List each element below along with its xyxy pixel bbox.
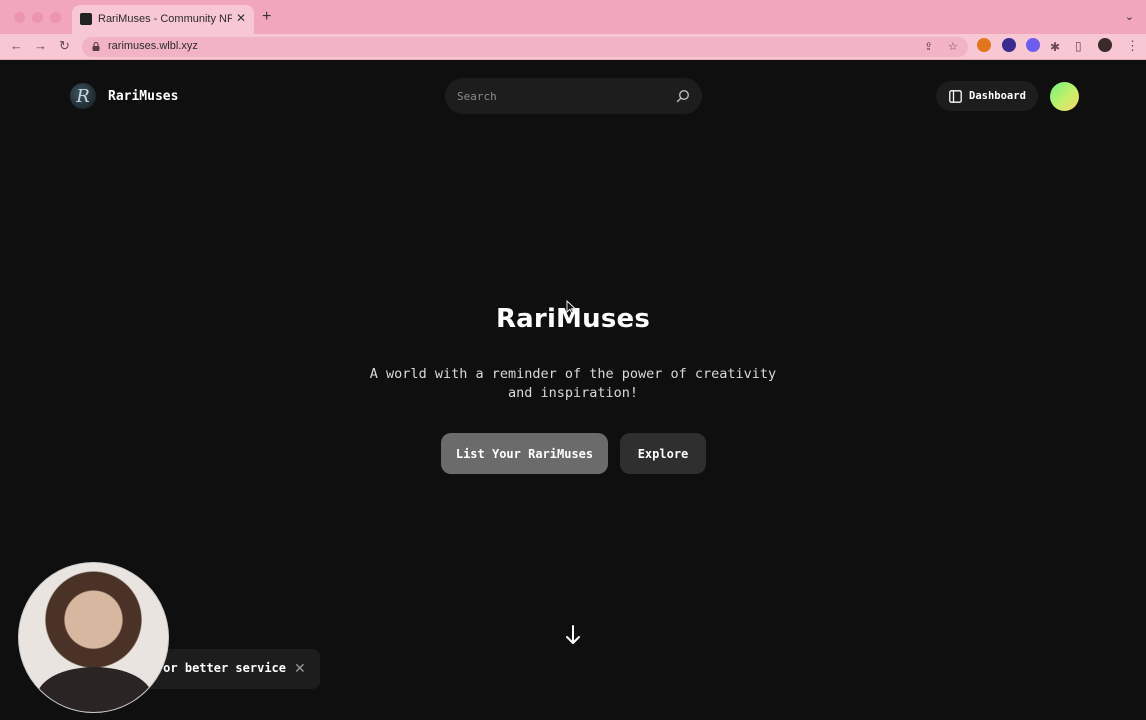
brand-name: RariMuses [108, 88, 179, 104]
metamask-extension-icon[interactable] [977, 38, 991, 52]
toast-text: or better service [163, 661, 286, 675]
share-icon[interactable]: ⇪ [924, 40, 933, 53]
brand[interactable]: R RariMuses [70, 82, 178, 110]
search-bar[interactable] [445, 78, 702, 114]
bookmark-star-icon[interactable]: ☆ [948, 40, 958, 53]
user-avatar[interactable] [1050, 82, 1079, 111]
extension-gear-icon[interactable] [1026, 38, 1040, 52]
minimize-window-icon[interactable] [32, 12, 43, 23]
maximize-window-icon[interactable] [50, 12, 61, 23]
search-icon[interactable] [676, 89, 690, 103]
browser-toolbar: ← → ↻ rarimuses.wlbl.xyz ⇪ ☆ ✱ ▯ ⋮ [0, 34, 1146, 60]
profile-avatar[interactable] [1098, 38, 1112, 52]
close-icon[interactable]: ✕ [294, 661, 306, 675]
address-bar[interactable]: rarimuses.wlbl.xyz ⇪ ☆ [82, 37, 968, 57]
webcam-person [37, 667, 152, 712]
puzzle-icon[interactable]: ✱ [1050, 39, 1060, 55]
mouse-cursor-icon [566, 300, 576, 314]
sidebar-icon [949, 89, 962, 103]
dashboard-label: Dashboard [969, 90, 1026, 102]
url-text: rarimuses.wlbl.xyz [108, 40, 198, 52]
reload-icon[interactable]: ↻ [59, 38, 70, 54]
list-your-rarimuses-button[interactable]: List Your RariMuses [441, 433, 608, 474]
lock-icon [92, 42, 100, 51]
back-icon[interactable]: ← [10, 38, 23, 54]
menu-dots-icon[interactable]: ⋮ [1126, 38, 1139, 54]
explore-button[interactable]: Explore [620, 433, 706, 474]
logo: R [70, 83, 96, 109]
close-window-icon[interactable] [14, 12, 25, 23]
page: R RariMuses Dashboard RariMuses A world … [0, 60, 1146, 720]
browser-tab-bar: RariMuses - Community NFT M ✕ + ⌄ [0, 0, 1146, 34]
side-panel-icon[interactable]: ▯ [1075, 38, 1082, 54]
tab-title: RariMuses - Community NFT M [98, 13, 232, 25]
tab-close-icon[interactable]: ✕ [236, 11, 246, 25]
forward-icon[interactable]: → [34, 38, 47, 54]
arrow-down-icon[interactable] [565, 625, 581, 645]
hero-subtitle: A world with a reminder of the power of … [369, 366, 777, 401]
chevron-down-icon[interactable]: ⌄ [1125, 10, 1134, 23]
webcam-overlay [18, 562, 169, 713]
dashboard-button[interactable]: Dashboard [936, 81, 1038, 111]
search-input[interactable] [457, 87, 667, 105]
favicon-icon [80, 13, 92, 25]
new-tab-button[interactable]: + [262, 9, 271, 25]
browser-tab[interactable]: RariMuses - Community NFT M ✕ [72, 5, 254, 34]
extension-icon[interactable] [1002, 38, 1016, 52]
